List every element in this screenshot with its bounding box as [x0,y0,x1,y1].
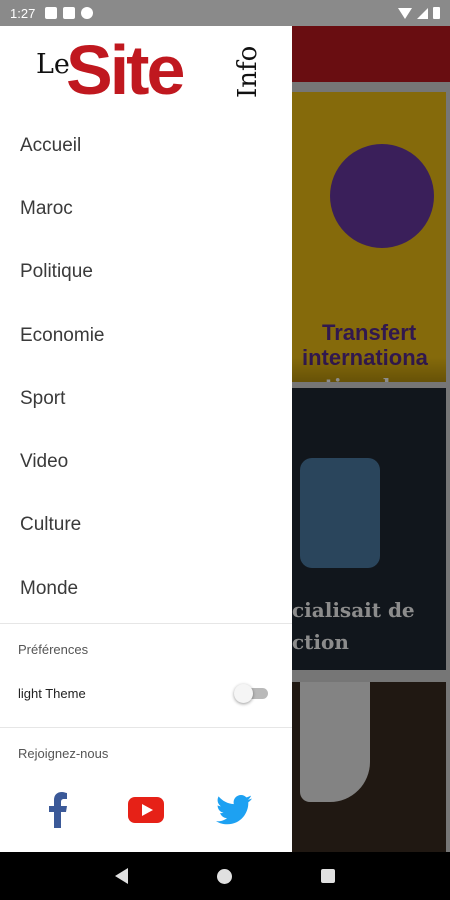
menu-item-sport[interactable]: Sport [0,367,292,430]
menu-item-politique[interactable]: Politique [0,241,292,304]
wifi-icon [398,7,412,19]
youtube-link[interactable] [126,790,166,830]
toggle-knob [234,684,253,703]
back-button[interactable] [108,862,136,890]
menu-item-economie[interactable]: Economie [0,304,292,367]
recents-icon [321,869,336,883]
menu-item-accueil[interactable]: Accueil [0,114,292,177]
join-us-label: Rejoignez-nous [18,746,109,761]
theme-setting-row: light Theme [18,676,270,710]
home-icon [217,868,233,884]
theme-toggle[interactable] [234,683,270,703]
signal-icon [417,7,428,19]
twitter-icon [216,795,252,825]
menu-item-video[interactable]: Video [0,430,292,493]
notification-a-icon [45,7,58,19]
status-bar: 1:27 [0,0,450,26]
no-sim-icon [81,7,94,19]
social-links [0,790,292,830]
theme-label: light Theme [18,685,86,701]
status-time: 1:27 [10,5,36,21]
system-navigation-bar [0,852,450,900]
facebook-icon [49,792,67,828]
navigation-drawer: Le Site Info Accueil Maroc Politique Eco… [0,26,292,852]
lesiteinfo-logo: Le Site Info [36,31,263,109]
back-icon [115,868,129,884]
menu-item-maroc[interactable]: Maroc [0,177,292,240]
youtube-icon [128,797,164,823]
logo-le: Le [36,49,70,80]
home-button[interactable] [211,862,239,890]
divider [0,623,292,624]
logo-info: Info [233,46,263,98]
youtube-notification-icon [63,7,76,19]
drawer-menu: Accueil Maroc Politique Economie Sport V… [0,114,292,620]
menu-item-monde[interactable]: Monde [0,557,292,620]
facebook-link[interactable] [38,790,78,830]
divider [0,727,292,728]
menu-item-culture[interactable]: Culture [0,494,292,557]
logo-site: Site [66,31,183,109]
battery-icon [433,7,440,19]
twitter-link[interactable] [214,790,254,830]
preferences-label: Préférences [18,642,89,657]
recents-button[interactable] [314,862,342,890]
